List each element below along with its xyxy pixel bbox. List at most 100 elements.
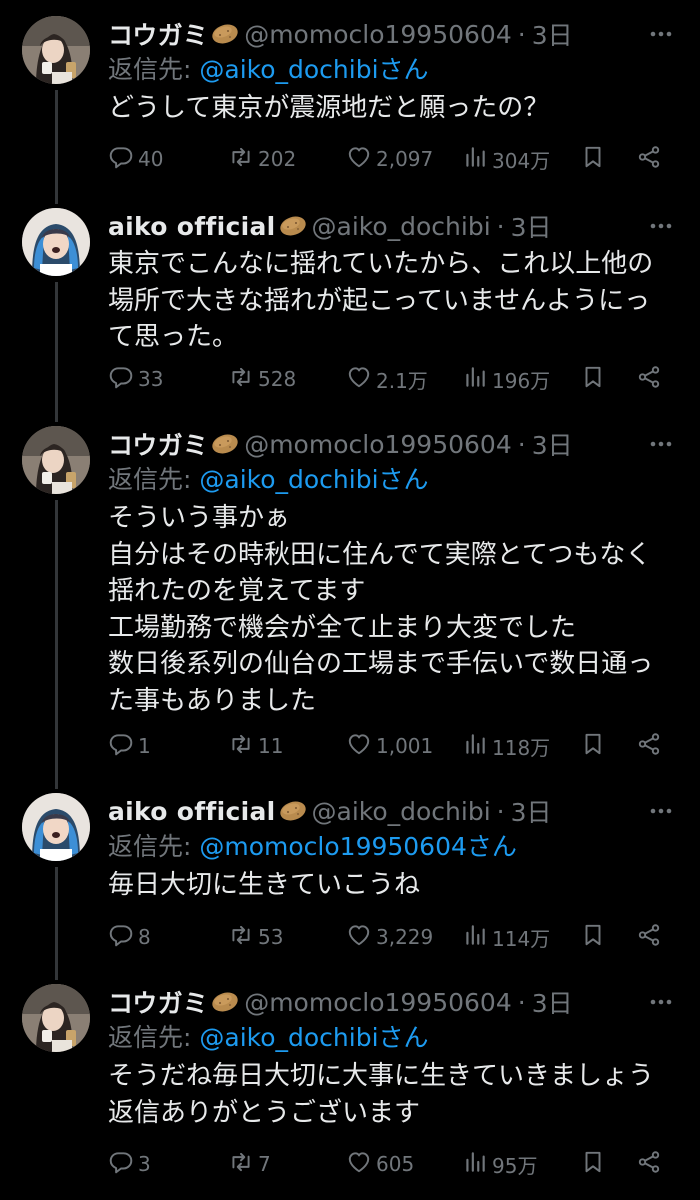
speech-bubble-icon	[108, 1149, 138, 1180]
thread-line	[55, 90, 58, 204]
retweet-button[interactable]: 202	[228, 144, 296, 174]
thread-line	[55, 867, 58, 980]
retweet-button[interactable]: 53	[228, 922, 283, 952]
share-button[interactable]	[636, 731, 662, 761]
share-button[interactable]	[636, 1149, 662, 1179]
user-handle[interactable]: @momoclo19950604	[244, 988, 512, 1017]
share-icon	[636, 1149, 662, 1180]
bar-chart-icon	[462, 364, 492, 395]
reply-to-mention[interactable]: @aiko_dochibi	[199, 55, 378, 84]
timestamp[interactable]: 3日	[532, 426, 573, 462]
bookmark-button[interactable]	[580, 144, 606, 174]
avatar[interactable]	[22, 426, 90, 494]
more-dots-icon[interactable]	[646, 801, 676, 821]
action-bar: 8 53 3,229 114万	[108, 922, 678, 952]
tweet-text: 東京でこんなに揺れていたから、これ以上他の 場所で大きな揺れが起こっていませんよ…	[108, 249, 654, 352]
user-handle[interactable]: @aiko_dochibi	[312, 797, 491, 826]
views-button[interactable]: 118万	[462, 731, 550, 761]
potato-emoji-icon	[210, 433, 240, 455]
bar-chart-icon	[462, 1149, 492, 1180]
avatar[interactable]	[22, 208, 90, 276]
share-button[interactable]	[636, 922, 662, 952]
views-button[interactable]: 304万	[462, 144, 550, 174]
heart-icon	[346, 364, 376, 395]
tweet-header: aiko official @aiko_dochibi · 3日	[108, 793, 678, 829]
like-button[interactable]: 2.1万	[346, 364, 428, 394]
bookmark-button[interactable]	[580, 731, 606, 761]
view-count: 118万	[492, 735, 551, 760]
views-button[interactable]: 196万	[462, 364, 550, 394]
display-name[interactable]: aiko official	[108, 212, 276, 241]
more-dots-icon[interactable]	[646, 216, 676, 236]
reply-count: 33	[138, 367, 164, 391]
avatar[interactable]	[22, 984, 90, 1052]
potato-emoji-icon	[210, 23, 240, 45]
speech-bubble-icon	[108, 922, 138, 953]
retweet-arrows-icon	[228, 731, 258, 762]
display-name[interactable]: コウガミ	[108, 984, 208, 1020]
user-handle[interactable]: @momoclo19950604	[244, 430, 512, 459]
bookmark-button[interactable]	[580, 922, 606, 952]
like-button[interactable]: 3,229	[346, 922, 433, 952]
like-button[interactable]: 2,097	[346, 144, 433, 174]
timestamp[interactable]: 3日	[532, 984, 573, 1020]
share-icon	[636, 364, 662, 395]
more-dots-icon[interactable]	[646, 24, 676, 44]
retweet-arrows-icon	[228, 364, 258, 395]
retweet-count: 7	[258, 1152, 271, 1176]
reply-button[interactable]: 33	[108, 364, 163, 394]
bar-chart-icon	[462, 731, 492, 762]
reply-prefix: 返信先:	[108, 465, 200, 494]
reply-button[interactable]: 40	[108, 144, 163, 174]
retweet-button[interactable]: 7	[228, 1149, 271, 1179]
reply-to-mention[interactable]: @aiko_dochibi	[199, 465, 378, 494]
action-bar: 33 528 2.1万 196万	[108, 364, 678, 394]
tweet-header: コウガミ @momoclo19950604 · 3日	[108, 426, 678, 462]
heart-icon	[346, 1149, 376, 1180]
bookmark-button[interactable]	[580, 364, 606, 394]
potato-emoji-icon	[278, 215, 308, 237]
timestamp[interactable]: 3日	[532, 16, 573, 52]
reply-button[interactable]: 1	[108, 731, 151, 761]
separator-dot: ·	[517, 429, 526, 459]
bookmark-button[interactable]	[580, 1149, 606, 1179]
reply-count: 3	[138, 1152, 151, 1176]
separator-dot: ·	[496, 796, 505, 826]
retweet-button[interactable]: 528	[228, 364, 296, 394]
avatar[interactable]	[22, 793, 90, 861]
speech-bubble-icon	[108, 144, 138, 175]
reply-suffix: さん	[378, 55, 429, 84]
potato-emoji-icon	[278, 800, 308, 822]
reply-to-mention[interactable]: @momoclo19950604	[199, 832, 467, 861]
display-name[interactable]: コウガミ	[108, 16, 208, 52]
thread-line	[55, 282, 58, 422]
avatar[interactable]	[22, 16, 90, 84]
views-button[interactable]: 95万	[462, 1149, 537, 1179]
action-bar: 40 202 2,097 304万	[108, 144, 678, 174]
user-handle[interactable]: @aiko_dochibi	[312, 212, 491, 241]
more-dots-icon[interactable]	[646, 434, 676, 454]
views-button[interactable]: 114万	[462, 922, 550, 952]
timestamp[interactable]: 3日	[511, 793, 552, 829]
reply-prefix: 返信先:	[108, 1023, 200, 1052]
view-count: 114万	[492, 926, 551, 951]
share-button[interactable]	[636, 144, 662, 174]
reply-button[interactable]: 3	[108, 1149, 151, 1179]
heart-icon	[346, 144, 376, 175]
view-count: 196万	[492, 368, 551, 393]
view-count: 304万	[492, 148, 551, 173]
reply-button[interactable]: 8	[108, 922, 151, 952]
timestamp[interactable]: 3日	[511, 208, 552, 244]
like-button[interactable]: 1,001	[346, 731, 433, 761]
display-name[interactable]: aiko official	[108, 797, 276, 826]
thread-line	[55, 500, 58, 789]
display-name[interactable]: コウガミ	[108, 426, 208, 462]
tweet-header: コウガミ @momoclo19950604 · 3日	[108, 984, 678, 1020]
more-dots-icon[interactable]	[646, 992, 676, 1012]
share-button[interactable]	[636, 364, 662, 394]
like-button[interactable]: 605	[346, 1149, 414, 1179]
reply-to-mention[interactable]: @aiko_dochibi	[199, 1023, 378, 1052]
like-count: 1,001	[376, 734, 434, 758]
user-handle[interactable]: @momoclo19950604	[244, 20, 512, 49]
retweet-button[interactable]: 11	[228, 731, 283, 761]
